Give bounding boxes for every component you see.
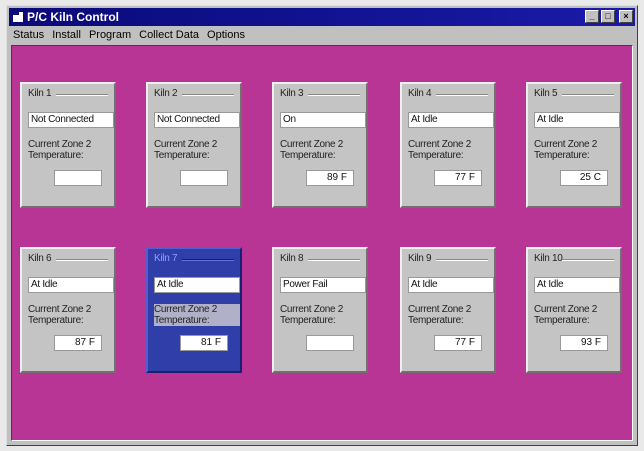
kiln-label: Kiln 10 bbox=[534, 253, 614, 265]
zone-temp-caption: Current Zone 2 Temperature: bbox=[28, 139, 92, 161]
zone-temp-caption: Current Zone 2 Temperature: bbox=[408, 139, 472, 161]
maximize-button[interactable]: □ bbox=[601, 10, 615, 23]
menu-bar: Status Install Program Collect Data Opti… bbox=[9, 27, 635, 43]
kiln-panel-7[interactable]: Kiln 7 At Idle Current Zone 2 Temperatur… bbox=[146, 247, 242, 373]
close-button[interactable]: × bbox=[619, 10, 633, 23]
zone-temp-field: 93 F bbox=[560, 335, 608, 351]
zone-temp-caption: Current Zone 2 Temperature: bbox=[280, 139, 344, 161]
kiln-label: Kiln 1 bbox=[28, 88, 108, 100]
zone-temp-caption: Current Zone 2 Temperature: bbox=[534, 139, 598, 161]
menu-status[interactable]: Status bbox=[9, 27, 48, 43]
kiln-label: Kiln 3 bbox=[280, 88, 360, 100]
zone-temp-field bbox=[180, 170, 228, 186]
kiln-status-field: At Idle bbox=[408, 112, 494, 128]
kiln-panel-10[interactable]: Kiln 10 At Idle Current Zone 2 Temperatu… bbox=[526, 247, 622, 373]
kiln-label: Kiln 6 bbox=[28, 253, 108, 265]
kiln-status-field: Not Connected bbox=[154, 112, 240, 128]
zone-temp-caption: Current Zone 2 Temperature: bbox=[408, 304, 472, 326]
kiln-status-field: Not Connected bbox=[28, 112, 114, 128]
kiln-status-field: On bbox=[280, 112, 366, 128]
window-title: P/C Kiln Control bbox=[27, 10, 119, 24]
kiln-panel-3[interactable]: Kiln 3 On Current Zone 2 Temperature: 89… bbox=[272, 82, 368, 208]
kiln-panel-1[interactable]: Kiln 1 Not Connected Current Zone 2 Temp… bbox=[20, 82, 116, 208]
minimize-button[interactable]: _ bbox=[585, 10, 599, 23]
zone-temp-field: 81 F bbox=[180, 335, 228, 351]
kiln-panel-6[interactable]: Kiln 6 At Idle Current Zone 2 Temperatur… bbox=[20, 247, 116, 373]
kiln-panel-4[interactable]: Kiln 4 At Idle Current Zone 2 Temperatur… bbox=[400, 82, 496, 208]
kiln-panel-8[interactable]: Kiln 8 Power Fail Current Zone 2 Tempera… bbox=[272, 247, 368, 373]
zone-temp-field: 25 C bbox=[560, 170, 608, 186]
menu-program[interactable]: Program bbox=[85, 27, 135, 43]
app-window: P/C Kiln Control _ □ × Status Install Pr… bbox=[6, 5, 638, 446]
kiln-panel-9[interactable]: Kiln 9 At Idle Current Zone 2 Temperatur… bbox=[400, 247, 496, 373]
kiln-status-field: At Idle bbox=[534, 112, 620, 128]
kiln-status-field: At Idle bbox=[408, 277, 494, 293]
menu-install[interactable]: Install bbox=[48, 27, 85, 43]
zone-temp-caption: Current Zone 2 Temperature: bbox=[280, 304, 344, 326]
kiln-label: Kiln 7 bbox=[154, 253, 234, 265]
zone-temp-field bbox=[54, 170, 102, 186]
kiln-status-field: At Idle bbox=[154, 277, 240, 293]
kiln-label: Kiln 5 bbox=[534, 88, 614, 100]
kiln-label: Kiln 9 bbox=[408, 253, 488, 265]
kiln-label: Kiln 2 bbox=[154, 88, 234, 100]
zone-temp-caption: Current Zone 2 Temperature: bbox=[534, 304, 598, 326]
app-icon[interactable] bbox=[13, 12, 23, 22]
menu-collect-data[interactable]: Collect Data bbox=[135, 27, 203, 43]
menu-options[interactable]: Options bbox=[203, 27, 249, 43]
zone-temp-field: 89 F bbox=[306, 170, 354, 186]
zone-temp-field: 77 F bbox=[434, 335, 482, 351]
zone-temp-caption: Current Zone 2 Temperature: bbox=[154, 139, 218, 161]
kiln-label: Kiln 8 bbox=[280, 253, 360, 265]
zone-temp-field bbox=[306, 335, 354, 351]
kiln-panel-2[interactable]: Kiln 2 Not Connected Current Zone 2 Temp… bbox=[146, 82, 242, 208]
kiln-label: Kiln 4 bbox=[408, 88, 488, 100]
kiln-status-field: At Idle bbox=[28, 277, 114, 293]
zone-temp-field: 77 F bbox=[434, 170, 482, 186]
zone-temp-caption: Current Zone 2 Temperature: bbox=[28, 304, 92, 326]
kiln-status-field: Power Fail bbox=[280, 277, 366, 293]
kiln-status-field: At Idle bbox=[534, 277, 620, 293]
title-bar[interactable]: P/C Kiln Control _ □ × bbox=[9, 8, 635, 26]
window-controls: _ □ × bbox=[585, 10, 633, 23]
zone-temp-field: 87 F bbox=[54, 335, 102, 351]
kiln-panel-5[interactable]: Kiln 5 At Idle Current Zone 2 Temperatur… bbox=[526, 82, 622, 208]
kiln-grid-area: Kiln 1 Not Connected Current Zone 2 Temp… bbox=[11, 45, 633, 441]
zone-temp-caption: Current Zone 2 Temperature: bbox=[154, 304, 240, 326]
